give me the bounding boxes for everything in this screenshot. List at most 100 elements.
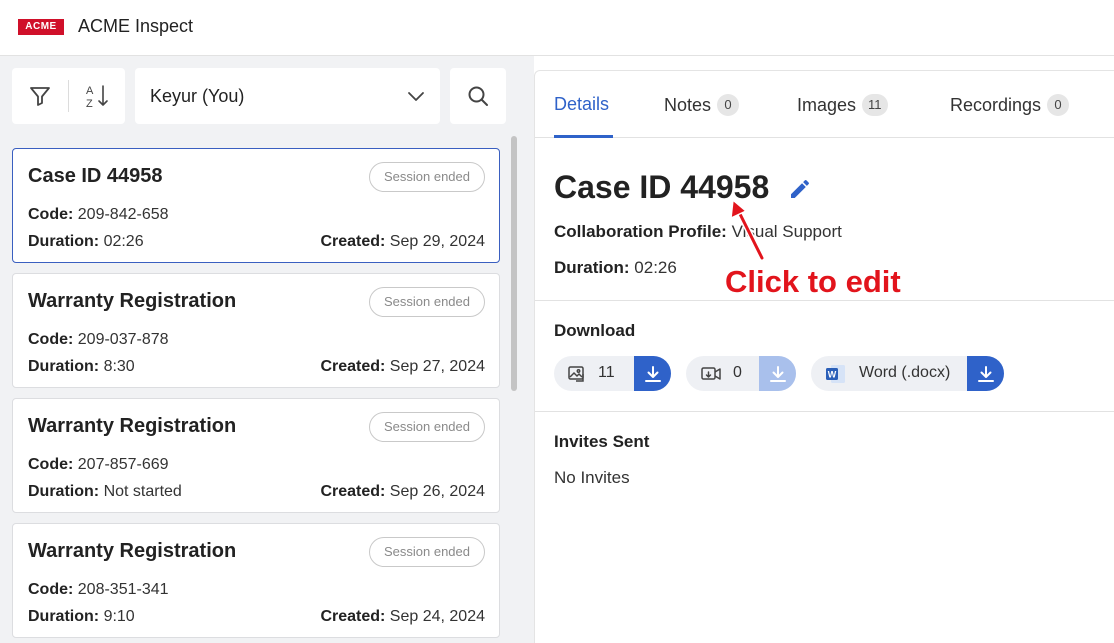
detail-tabs: Details Notes 0 Images 11 Recordings 0: [535, 71, 1114, 138]
created-value: Sep 26, 2024: [389, 483, 485, 500]
annotation-label: Click to edit: [725, 264, 902, 300]
tab-notes[interactable]: Notes 0: [664, 94, 740, 116]
tab-recordings[interactable]: Recordings 0: [950, 94, 1070, 116]
download-section-title: Download: [554, 321, 636, 340]
user-select[interactable]: Keyur (You): [135, 68, 440, 124]
recording-icon: [701, 367, 721, 380]
filter-button[interactable]: [12, 68, 68, 124]
recordings-count: 0: [733, 364, 742, 381]
duration-label: Duration:: [28, 608, 100, 625]
status-badge: Session ended: [368, 287, 485, 317]
panel-gutter: [518, 56, 534, 643]
acme-logo: ACME: [18, 19, 64, 35]
duration-value: 02:26: [634, 258, 677, 277]
duration-value: 8:30: [103, 358, 135, 375]
svg-text:A: A: [86, 85, 94, 97]
profile-label: Collaboration Profile:: [554, 222, 727, 241]
download-icon: [644, 365, 661, 382]
app-title: ACME Inspect: [78, 16, 194, 36]
invites-value: No Invites: [554, 468, 630, 487]
word-download-button[interactable]: [967, 356, 1004, 391]
case-created: Created: Sep 29, 2024: [320, 233, 485, 251]
code-label: Code:: [28, 331, 74, 348]
images-download-chip: 11: [554, 356, 671, 391]
tab-count-badge: 0: [717, 94, 740, 116]
case-code: Code: 208-351-341: [28, 581, 169, 599]
created-label: Created:: [320, 608, 386, 625]
filter-sort-group: A Z: [12, 68, 125, 124]
collaboration-profile: Collaboration Profile: Visual Support: [554, 222, 842, 242]
word-download-chip: W Word (.docx): [811, 356, 1004, 391]
case-card[interactable]: Warranty Registration Session ended Code…: [12, 523, 500, 638]
code-label: Code:: [28, 456, 74, 473]
code-value: 209-842-658: [77, 206, 169, 223]
tab-label: Notes: [664, 95, 712, 115]
case-code: Code: 207-857-669: [28, 456, 169, 474]
user-select-value: Keyur (You): [150, 86, 245, 106]
case-created: Created: Sep 27, 2024: [320, 358, 485, 376]
case-card[interactable]: Warranty Registration Session ended Code…: [12, 398, 500, 513]
code-label: Code:: [28, 206, 74, 223]
case-duration: Duration: 02:26: [28, 233, 144, 251]
duration-value: 9:10: [103, 608, 135, 625]
images-download-button[interactable]: [634, 356, 671, 391]
divider: [535, 300, 1114, 301]
search-button[interactable]: [450, 68, 506, 124]
code-label: Code:: [28, 581, 74, 598]
recordings-download-chip: 0: [686, 356, 796, 391]
tab-images[interactable]: Images 11: [797, 94, 888, 116]
case-list-panel: A Z Keyur (You) Case ID 44958 Session en…: [0, 56, 518, 643]
code-value: 207-857-669: [77, 456, 169, 473]
created-value: Sep 27, 2024: [389, 358, 485, 375]
word-download-label: Word (.docx): [859, 364, 951, 381]
pencil-icon[interactable]: [788, 177, 812, 201]
case-title: Warranty Registration: [28, 540, 237, 562]
case-duration: Duration: 9:10: [28, 608, 135, 626]
sort-button[interactable]: A Z: [69, 68, 125, 124]
case-card[interactable]: Case ID 44958 Session ended Code: 209-84…: [12, 148, 500, 263]
created-value: Sep 29, 2024: [389, 233, 485, 250]
tab-label: Images: [797, 95, 857, 115]
case-created: Created: Sep 24, 2024: [320, 608, 485, 626]
created-label: Created:: [320, 483, 386, 500]
case-title: Case ID 44958: [28, 165, 163, 187]
divider: [535, 411, 1114, 412]
sort-az-icon: A Z: [86, 85, 108, 110]
case-list-scrollbar[interactable]: [511, 136, 517, 391]
detail-duration: Duration: 02:26: [554, 258, 677, 278]
status-badge: Session ended: [368, 412, 485, 442]
code-value: 208-351-341: [77, 581, 169, 598]
duration-value: 02:26: [103, 233, 144, 250]
case-code: Code: 209-842-658: [28, 206, 169, 224]
status-badge: Session ended: [368, 162, 485, 192]
duration-value: Not started: [103, 483, 182, 500]
invites-section-title: Invites Sent: [554, 432, 650, 451]
duration-label: Duration:: [28, 358, 100, 375]
tab-label: Recordings: [950, 95, 1042, 115]
tab-count-badge: 0: [1047, 94, 1070, 116]
case-card[interactable]: Warranty Registration Session ended Code…: [12, 273, 500, 388]
tab-count-badge: 11: [862, 94, 888, 116]
tab-details[interactable]: Details: [554, 94, 609, 115]
duration-label: Duration:: [554, 258, 630, 277]
case-list: Case ID 44958 Session ended Code: 209-84…: [12, 148, 500, 643]
code-value: 209-037-878: [77, 331, 169, 348]
case-created: Created: Sep 26, 2024: [320, 483, 485, 501]
case-duration: Duration: Not started: [28, 483, 182, 501]
created-label: Created:: [320, 233, 386, 250]
case-title: Warranty Registration: [28, 415, 237, 437]
download-icon: [977, 365, 994, 382]
search-icon: [468, 86, 488, 106]
active-tab-indicator: [554, 135, 613, 138]
annotation-arrow-icon: [730, 199, 765, 261]
images-count: 11: [598, 364, 615, 381]
case-title: Warranty Registration: [28, 290, 237, 312]
recordings-download-button[interactable]: [759, 356, 796, 391]
case-duration: Duration: 8:30: [28, 358, 135, 376]
download-icon: [769, 365, 786, 382]
duration-label: Duration:: [28, 483, 100, 500]
created-label: Created:: [320, 358, 386, 375]
duration-label: Duration:: [28, 233, 100, 250]
top-bar: ACME ACME Inspect: [0, 0, 1114, 56]
image-icon: [568, 366, 584, 382]
